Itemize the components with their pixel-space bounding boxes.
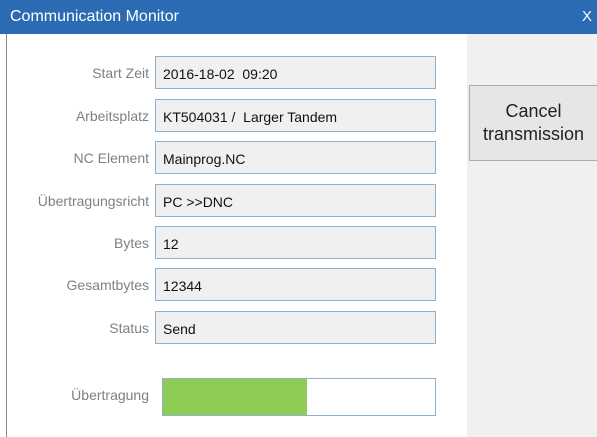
bytes-field[interactable]: 12 (155, 226, 436, 259)
status-label: Status (109, 320, 149, 336)
bytes-label: Bytes (113, 235, 149, 251)
start-time-field[interactable]: 2016-18-02 09:20 (155, 56, 436, 89)
transfer-direction-field[interactable]: PC >>DNC (155, 184, 436, 217)
status-field[interactable]: Send (155, 311, 436, 344)
total-bytes-label: Gesamtbytes (66, 277, 149, 293)
transfer-progress-label: Übertragung (71, 387, 149, 403)
start-time-label: Start Zeit (92, 65, 149, 81)
transfer-progress-fill (163, 379, 308, 415)
transfer-direction-label: Übertragungsricht (37, 193, 149, 209)
total-bytes-field[interactable]: 12344 (155, 268, 436, 301)
window-left-border (6, 34, 7, 437)
workstation-label: Arbeitsplatz (75, 108, 149, 124)
cancel-transmission-button[interactable]: Cancel transmission (469, 85, 597, 161)
nc-element-field[interactable]: Mainprog.NC (155, 141, 436, 174)
transfer-progress-bar (162, 378, 436, 416)
workstation-field[interactable]: KT504031 / Larger Tandem (155, 99, 436, 132)
title-bar: Communication Monitor X (0, 0, 597, 34)
window-title: Communication Monitor (10, 8, 179, 25)
communication-monitor-window: Communication Monitor X Cancel transmiss… (0, 0, 597, 437)
close-button[interactable]: X (577, 0, 597, 34)
nc-element-label: NC Element (73, 150, 149, 166)
